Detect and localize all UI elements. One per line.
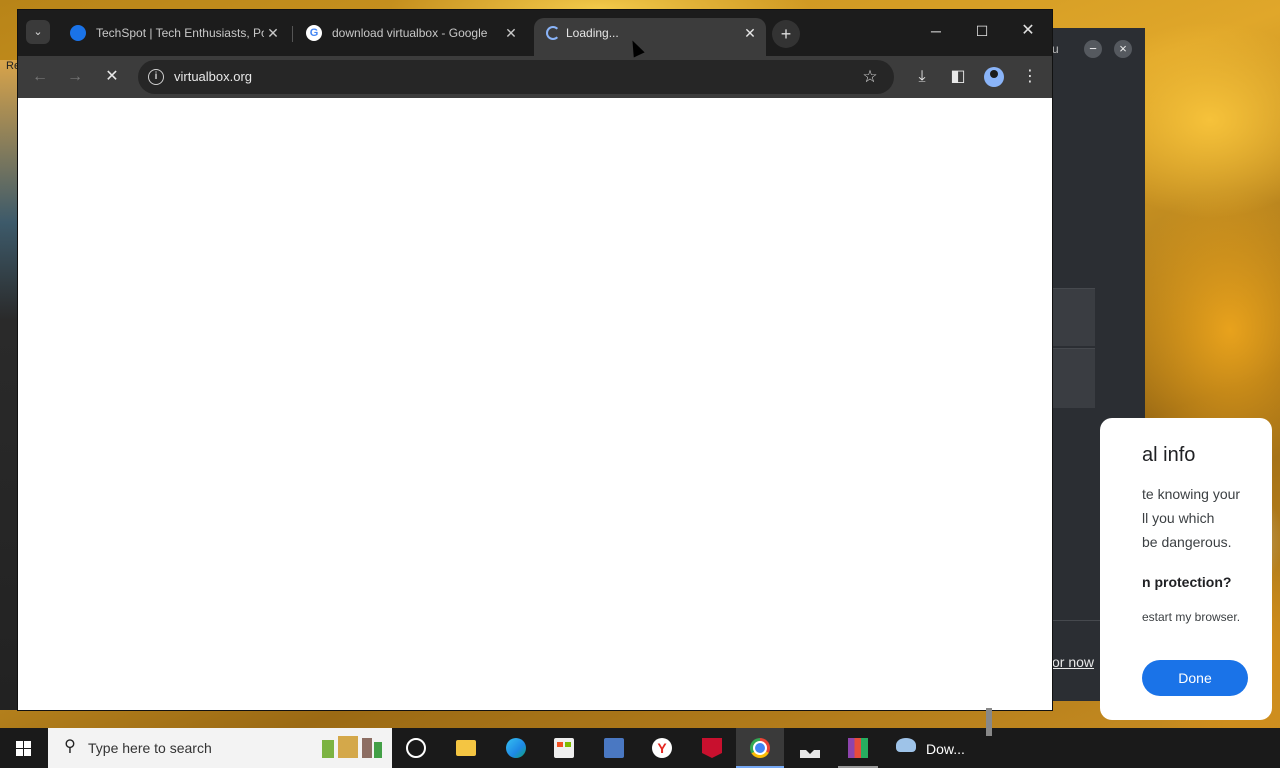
dialog-body-line: be dangerous. xyxy=(1142,534,1232,550)
weather-label: Dow... xyxy=(926,741,965,757)
tab-separator xyxy=(292,26,293,42)
tab-strip: ⌄ TechSpot | Tech Enthusiasts, Po ✕ G do… xyxy=(18,10,1052,56)
tab-title: download virtualbox - Google xyxy=(332,26,488,40)
search-icon: ⚲ xyxy=(64,738,76,755)
dialog-heading: al info xyxy=(1142,444,1196,466)
browser-toolbar: ← → ✕ i virtualbox.org ☆ ⤓ ◧ ⋮ xyxy=(18,56,1052,98)
microsoft-store-icon[interactable] xyxy=(540,728,588,768)
mcafee-icon[interactable] xyxy=(688,728,736,768)
profile-avatar-icon[interactable] xyxy=(980,63,1008,91)
edge-icon[interactable] xyxy=(492,728,540,768)
security-info-dialog: al info te knowing your ll you which be … xyxy=(1100,418,1272,720)
tab-search-button[interactable]: ⌄ xyxy=(26,20,50,44)
background-window-link[interactable]: or now xyxy=(1052,654,1094,670)
dialog-body-line: te knowing your xyxy=(1142,486,1241,502)
tab-close-icon[interactable]: ✕ xyxy=(741,24,759,42)
background-window-close-button[interactable]: × xyxy=(1114,40,1132,58)
address-bar[interactable]: i virtualbox.org ☆ xyxy=(138,60,894,94)
search-placeholder: Type here to search xyxy=(88,740,212,756)
close-window-button[interactable]: ✕ xyxy=(1008,18,1048,44)
browser-window: ⌄ TechSpot | Tech Enthusiasts, Po ✕ G do… xyxy=(18,10,1052,710)
tab-google-search[interactable]: G download virtualbox - Google ✕ xyxy=(294,18,526,56)
weather-widget[interactable]: Dow... xyxy=(882,728,982,768)
remote-desktop-icon[interactable] xyxy=(590,728,638,768)
dialog-body-line: ll you which xyxy=(1142,510,1215,526)
tab-loading[interactable]: Loading... ✕ xyxy=(534,18,766,56)
loading-spinner-icon xyxy=(546,26,560,40)
tab-title: Loading... xyxy=(566,26,619,40)
maximize-button[interactable]: ☐ xyxy=(962,18,1002,44)
chrome-taskbar-icon[interactable] xyxy=(736,728,784,768)
taskbar-search-box[interactable]: ⚲ Type here to search xyxy=(48,728,392,768)
tab-close-icon[interactable]: ✕ xyxy=(502,24,520,42)
stop-loading-icon[interactable]: ✕ xyxy=(98,63,126,91)
page-content-area[interactable] xyxy=(18,98,1052,710)
bookmark-star-icon[interactable]: ☆ xyxy=(859,66,881,88)
winrar-icon[interactable] xyxy=(834,728,882,768)
background-window-row[interactable] xyxy=(1052,288,1095,346)
downloader-icon[interactable] xyxy=(786,728,834,768)
site-info-icon[interactable]: i xyxy=(148,69,164,85)
minimize-button[interactable]: ─ xyxy=(916,18,956,44)
dialog-note: estart my browser. xyxy=(1142,610,1241,624)
back-arrow-icon[interactable]: ← xyxy=(26,63,54,91)
done-button[interactable]: Done xyxy=(1142,660,1248,696)
search-highlight-illustration xyxy=(318,734,388,762)
side-panel-icon[interactable]: ◧ xyxy=(944,63,972,91)
address-url[interactable]: virtualbox.org xyxy=(174,69,252,85)
windows-start-icon[interactable] xyxy=(0,728,48,768)
cortana-icon[interactable] xyxy=(392,728,440,768)
tab-title: TechSpot | Tech Enthusiasts, Po xyxy=(96,26,264,40)
file-explorer-icon[interactable] xyxy=(442,728,490,768)
tab-close-icon[interactable]: ✕ xyxy=(264,24,282,42)
taskbar-divider xyxy=(986,708,992,736)
download-icon[interactable]: ⤓ xyxy=(908,63,936,91)
google-icon: G xyxy=(306,25,322,41)
kebab-menu-icon[interactable]: ⋮ xyxy=(1016,63,1044,91)
taskbar: ⚲ Type here to search Y Dow... xyxy=(0,708,1280,768)
tab-techspot[interactable]: TechSpot | Tech Enthusiasts, Po ✕ xyxy=(58,18,290,56)
forward-arrow-icon[interactable]: → xyxy=(61,63,89,91)
yandex-browser-icon[interactable]: Y xyxy=(638,728,686,768)
background-window-minimize-button[interactable]: − xyxy=(1084,40,1102,58)
new-tab-button[interactable]: + xyxy=(772,20,800,48)
background-window-title: u xyxy=(1052,42,1059,56)
background-window-row[interactable] xyxy=(1052,348,1095,408)
techspot-icon xyxy=(70,25,86,41)
dialog-question: n protection? xyxy=(1142,574,1232,590)
desktop-icons-strip xyxy=(0,60,20,710)
umbrella-icon xyxy=(896,738,916,752)
